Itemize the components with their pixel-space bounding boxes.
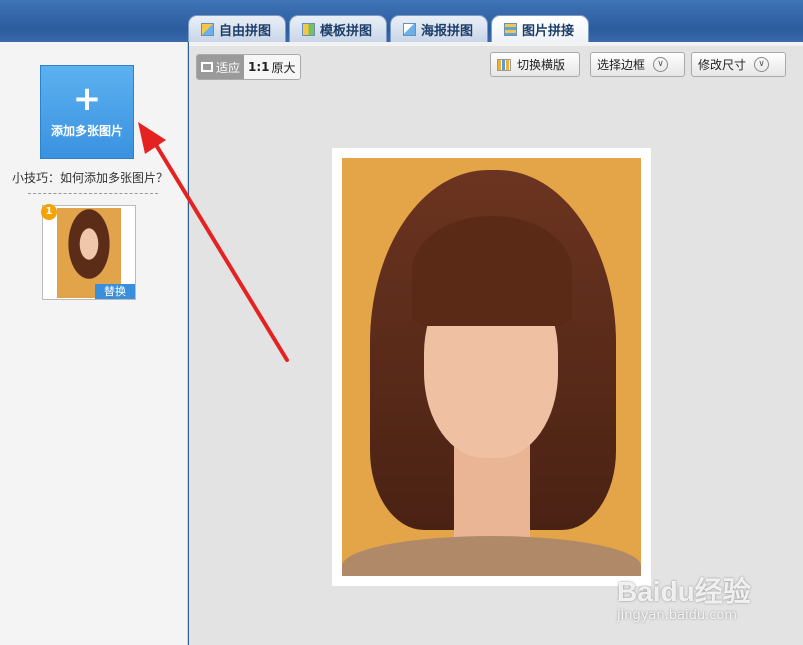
annotation-arrow <box>138 122 289 362</box>
baidu-jingyan-watermark: Baidu经验 jingyan.baidu.com <box>617 570 751 623</box>
watermark-brand: Baidu经验 <box>617 576 751 607</box>
watermark-site: jingyan.baidu.com <box>617 608 737 623</box>
